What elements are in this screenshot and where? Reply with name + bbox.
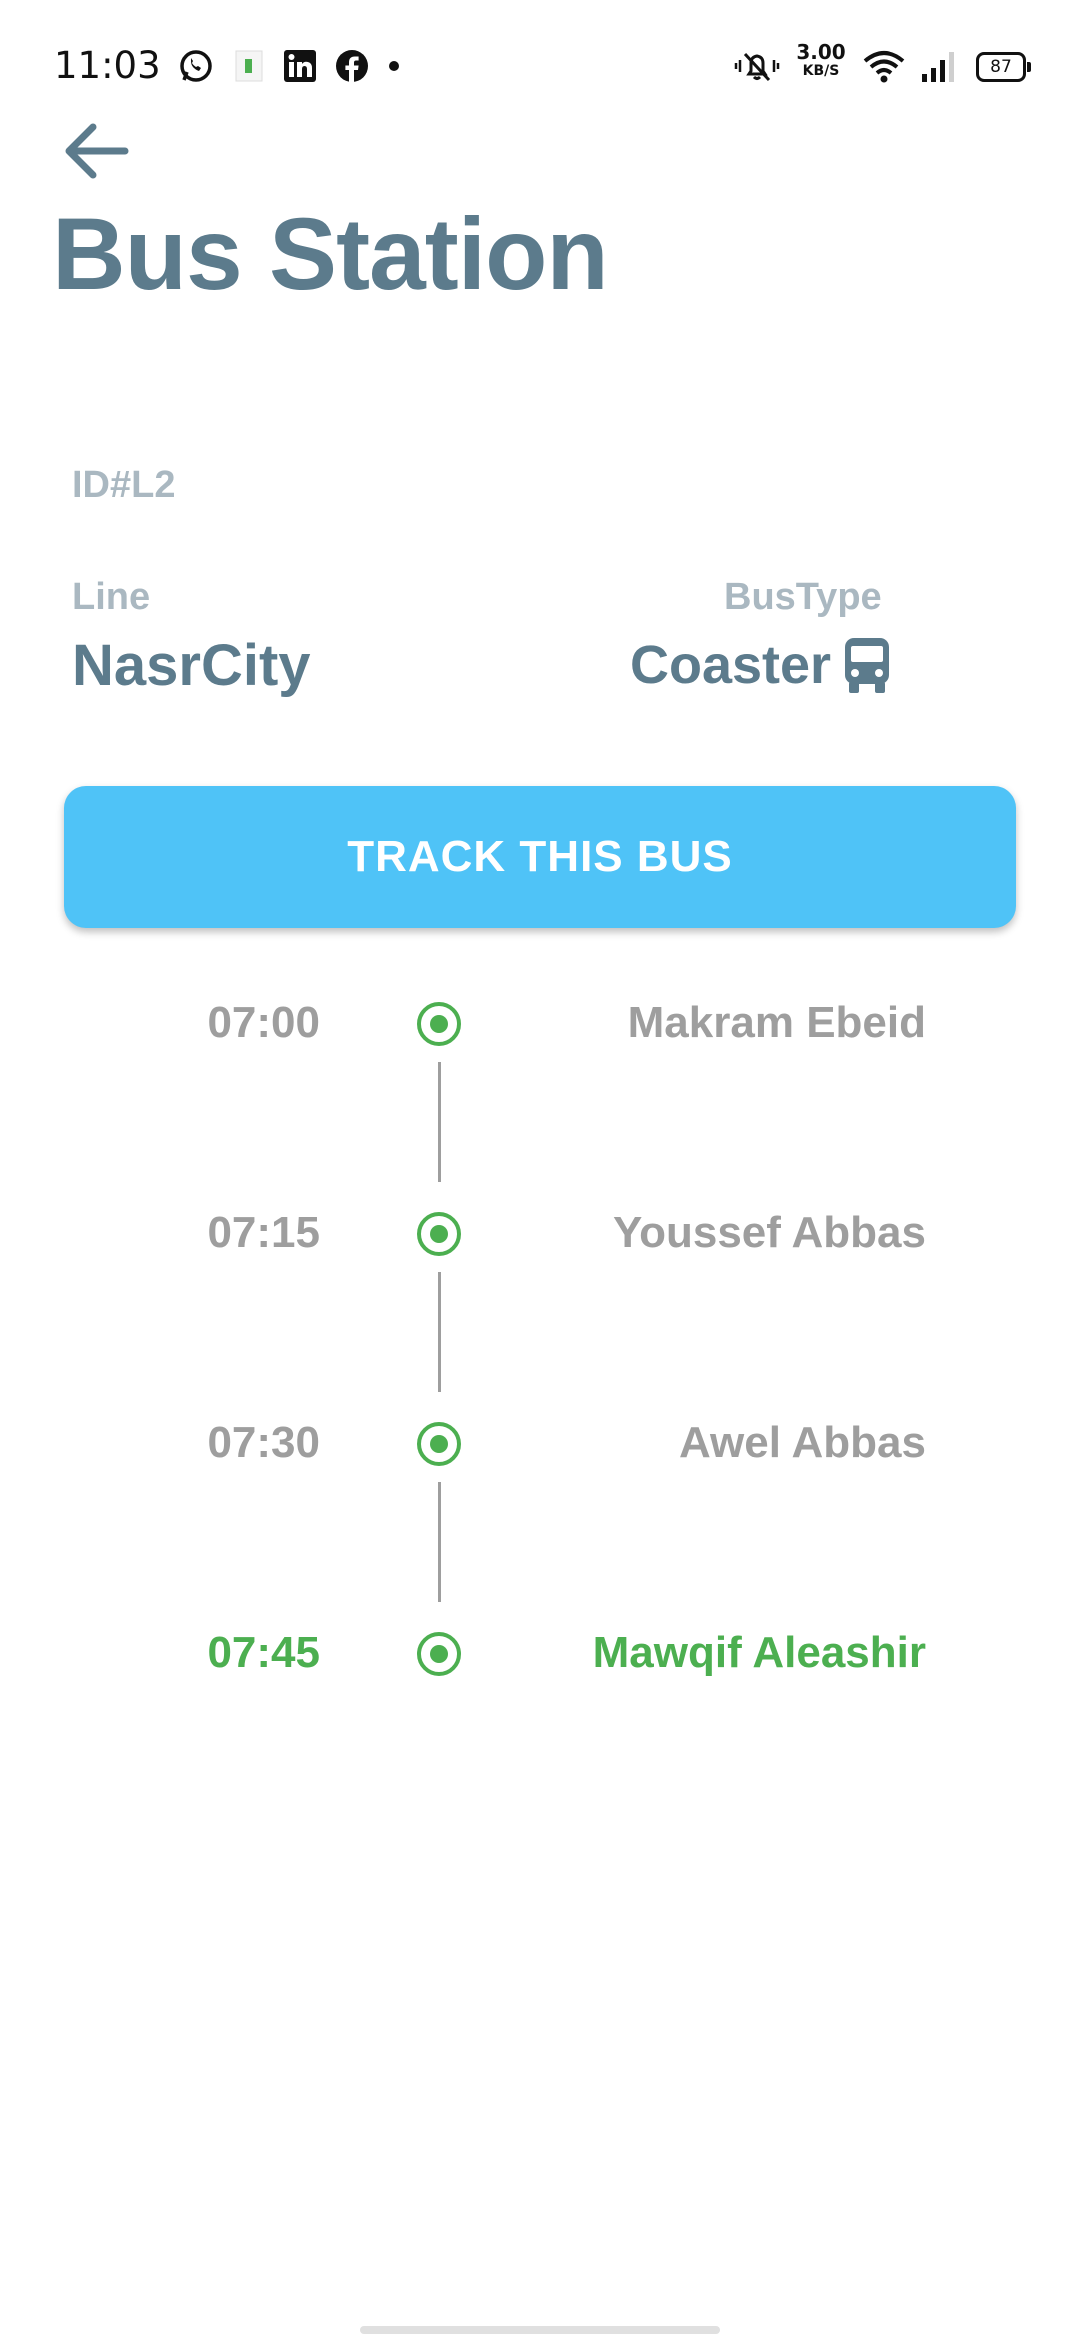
network-speed-value: 3.00 <box>796 40 846 64</box>
stop-row: 07:15 Youssef Abbas <box>0 1190 1080 1270</box>
stop-time: 07:30 <box>207 1418 320 1467</box>
stop-name: Makram Ebeid <box>627 998 926 1047</box>
bustype-label: BusType <box>724 576 882 618</box>
bustype-value-container: Coaster <box>630 634 893 696</box>
linkedin-icon <box>282 46 318 86</box>
network-speed-unit: KB/S <box>802 63 840 79</box>
arrow-left-icon <box>65 123 129 179</box>
battery-icon: 87 <box>976 52 1031 82</box>
stop-marker-icon <box>415 1630 463 1678</box>
timeline-connector <box>438 1272 441 1392</box>
back-button[interactable] <box>60 118 132 184</box>
timeline-connector <box>438 1062 441 1182</box>
bus-icon <box>841 636 893 694</box>
bus-id: ID#L2 <box>72 464 176 506</box>
status-time: 11:03 <box>54 44 161 87</box>
stop-marker-icon <box>415 1000 463 1048</box>
stop-name: Mawqif Aleashir <box>592 1628 926 1677</box>
timeline-connector <box>438 1482 441 1602</box>
stop-row-active: 07:45 Mawqif Aleashir <box>0 1610 1080 1690</box>
stop-name: Youssef Abbas <box>613 1208 926 1257</box>
signal-icon <box>918 46 962 86</box>
stop-marker-icon <box>415 1420 463 1468</box>
whatsapp-icon <box>176 46 216 86</box>
mute-vibrate-icon <box>732 46 782 86</box>
stop-name: Awel Abbas <box>679 1418 926 1467</box>
network-speed: 3.00 KB/S <box>796 42 846 78</box>
page-title: Bus Station <box>52 197 609 311</box>
facebook-icon <box>334 46 370 86</box>
bustype-value: Coaster <box>630 635 832 695</box>
stops-timeline: 07:00 Makram Ebeid 07:15 Youssef Abbas 0… <box>0 980 1080 1700</box>
track-bus-button[interactable]: TRACK THIS BUS <box>64 786 1016 928</box>
dot-icon <box>384 46 404 86</box>
app-notification-icon <box>232 46 266 86</box>
stop-time: 07:45 <box>207 1628 320 1677</box>
line-value: NasrCity <box>72 633 311 698</box>
wifi-icon <box>862 46 906 86</box>
home-indicator[interactable] <box>360 2326 720 2334</box>
status-bar: 11:03 3.00 KB/S 87 <box>0 0 1080 130</box>
line-label: Line <box>72 576 151 618</box>
stop-row: 07:00 Makram Ebeid <box>0 980 1080 1060</box>
stop-time: 07:15 <box>207 1208 320 1257</box>
stop-time: 07:00 <box>207 998 320 1047</box>
stop-row: 07:30 Awel Abbas <box>0 1400 1080 1480</box>
stop-marker-icon <box>415 1210 463 1258</box>
